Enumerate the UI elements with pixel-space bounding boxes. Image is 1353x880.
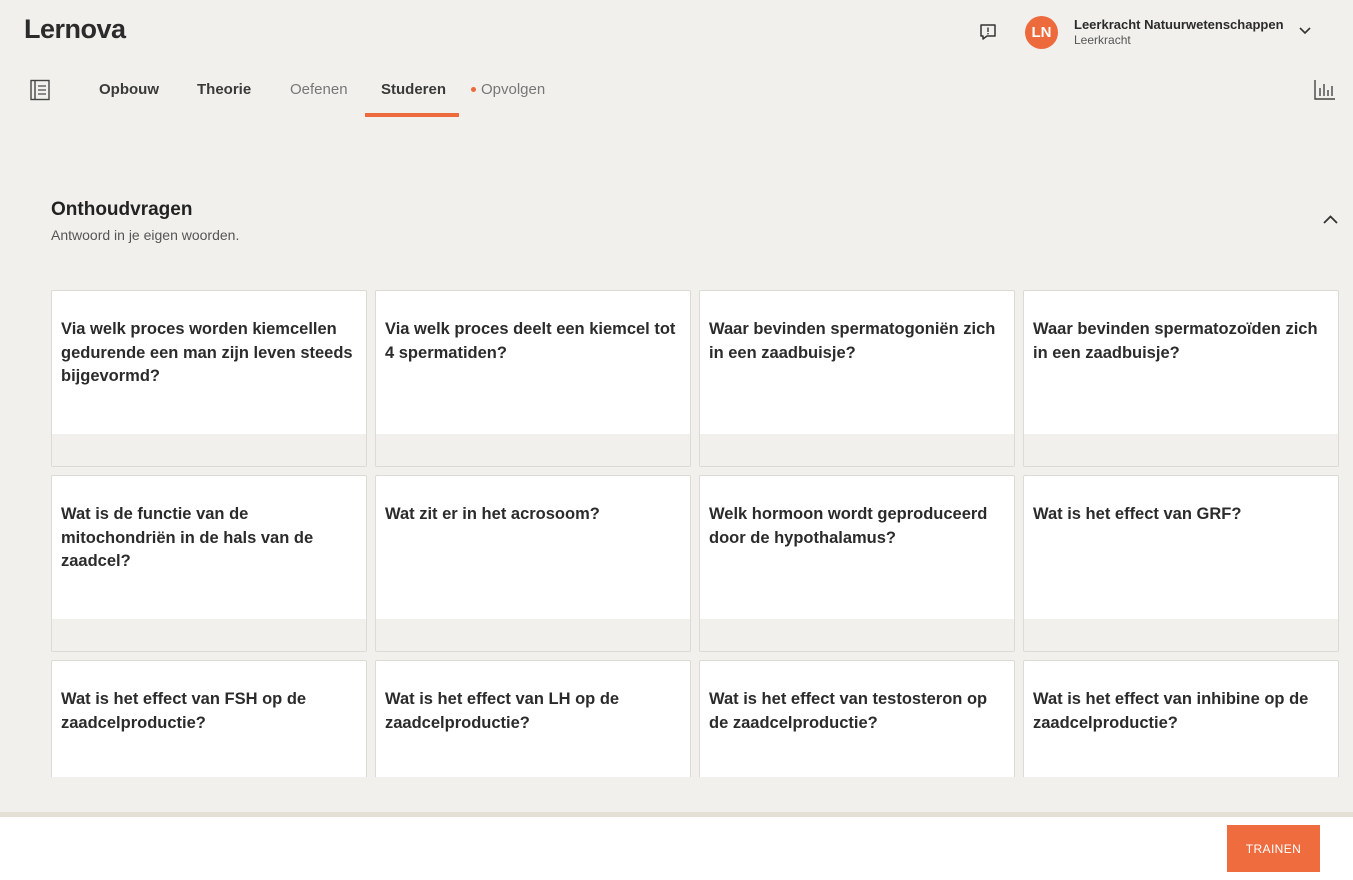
- question-text: Waar bevinden spermatogoniën zich in een…: [709, 320, 996, 362]
- question-card[interactable]: Waar bevinden spermatogoniën zich in een…: [699, 290, 1015, 467]
- card-footer: [52, 434, 366, 466]
- card-footer: [700, 434, 1014, 466]
- card-footer: [376, 619, 690, 651]
- card-footer: [376, 434, 690, 466]
- question-card[interactable]: Wat is het effect van LH op de zaadcelpr…: [375, 660, 691, 777]
- question-card[interactable]: Wat is de functie van de mitochondriën i…: [51, 475, 367, 652]
- question-card[interactable]: Waar bevinden spermatozoïden zich in een…: [1023, 290, 1339, 467]
- card-footer: [52, 619, 366, 651]
- question-text: Waar bevinden spermatozoïden zich in een…: [1033, 320, 1318, 362]
- question-card[interactable]: Wat is het effect van FSH op de zaadcelp…: [51, 660, 367, 777]
- card-footer: [700, 619, 1014, 651]
- tab-theorie[interactable]: Theorie: [197, 81, 251, 98]
- question-text: Wat is het effect van testosteron op de …: [709, 690, 988, 732]
- question-text: Welk hormoon wordt geproduceerd door de …: [709, 505, 988, 547]
- section-subtitle: Antwoord in je eigen woorden.: [51, 227, 240, 243]
- user-name[interactable]: Leerkracht Natuurwetenschappen: [1074, 17, 1284, 32]
- top-bar: Lernova LN Leerkracht Natuurwetenschappe…: [0, 0, 1353, 117]
- section-title: Onthoudvragen: [51, 199, 193, 220]
- question-text: Wat is het effect van inhibine op de zaa…: [1033, 690, 1309, 732]
- logo[interactable]: Lernova: [24, 14, 126, 45]
- chevron-up-icon[interactable]: [1322, 213, 1339, 225]
- question-text: Wat is het effect van LH op de zaadcelpr…: [385, 690, 620, 732]
- tab-studeren[interactable]: Studeren: [381, 81, 446, 98]
- stats-icon[interactable]: [1313, 79, 1337, 101]
- question-grid: Via welk proces worden kiemcellen gedure…: [0, 285, 1353, 777]
- card-footer: [1024, 434, 1338, 466]
- feedback-icon[interactable]: [978, 22, 998, 42]
- question-text: Via welk proces worden kiemcellen gedure…: [61, 320, 353, 385]
- question-card[interactable]: Via welk proces worden kiemcellen gedure…: [51, 290, 367, 467]
- question-text: Wat is het effect van FSH op de zaadcelp…: [61, 690, 307, 732]
- tab-opbouw[interactable]: Opbouw: [99, 81, 159, 98]
- train-button[interactable]: TRAINEN: [1227, 825, 1320, 872]
- active-tab-indicator: [365, 113, 459, 117]
- tab-oefenen[interactable]: Oefenen: [290, 81, 348, 98]
- question-card[interactable]: Wat is het effect van inhibine op de zaa…: [1023, 660, 1339, 777]
- question-card[interactable]: Wat zit er in het acrosoom?: [375, 475, 691, 652]
- user-role: Leerkracht: [1074, 33, 1131, 47]
- question-text: Wat is het effect van GRF?: [1033, 505, 1242, 523]
- avatar[interactable]: LN: [1025, 16, 1058, 49]
- tab-opvolgen[interactable]: Opvolgen: [481, 81, 545, 98]
- bottom-bar: [0, 817, 1353, 880]
- question-card[interactable]: Welk hormoon wordt geproduceerd door de …: [699, 475, 1015, 652]
- question-card[interactable]: Via welk proces deelt een kiemcel tot 4 …: [375, 290, 691, 467]
- question-text: Wat is de functie van de mitochondriën i…: [61, 505, 314, 570]
- notification-dot: [471, 87, 476, 92]
- chevron-down-icon[interactable]: [1298, 26, 1312, 36]
- book-icon[interactable]: [29, 79, 51, 101]
- question-card[interactable]: Wat is het effect van testosteron op de …: [699, 660, 1015, 777]
- card-footer: [1024, 619, 1338, 651]
- question-text: Wat zit er in het acrosoom?: [385, 505, 600, 523]
- question-card[interactable]: Wat is het effect van GRF?: [1023, 475, 1339, 652]
- question-text: Via welk proces deelt een kiemcel tot 4 …: [385, 320, 676, 362]
